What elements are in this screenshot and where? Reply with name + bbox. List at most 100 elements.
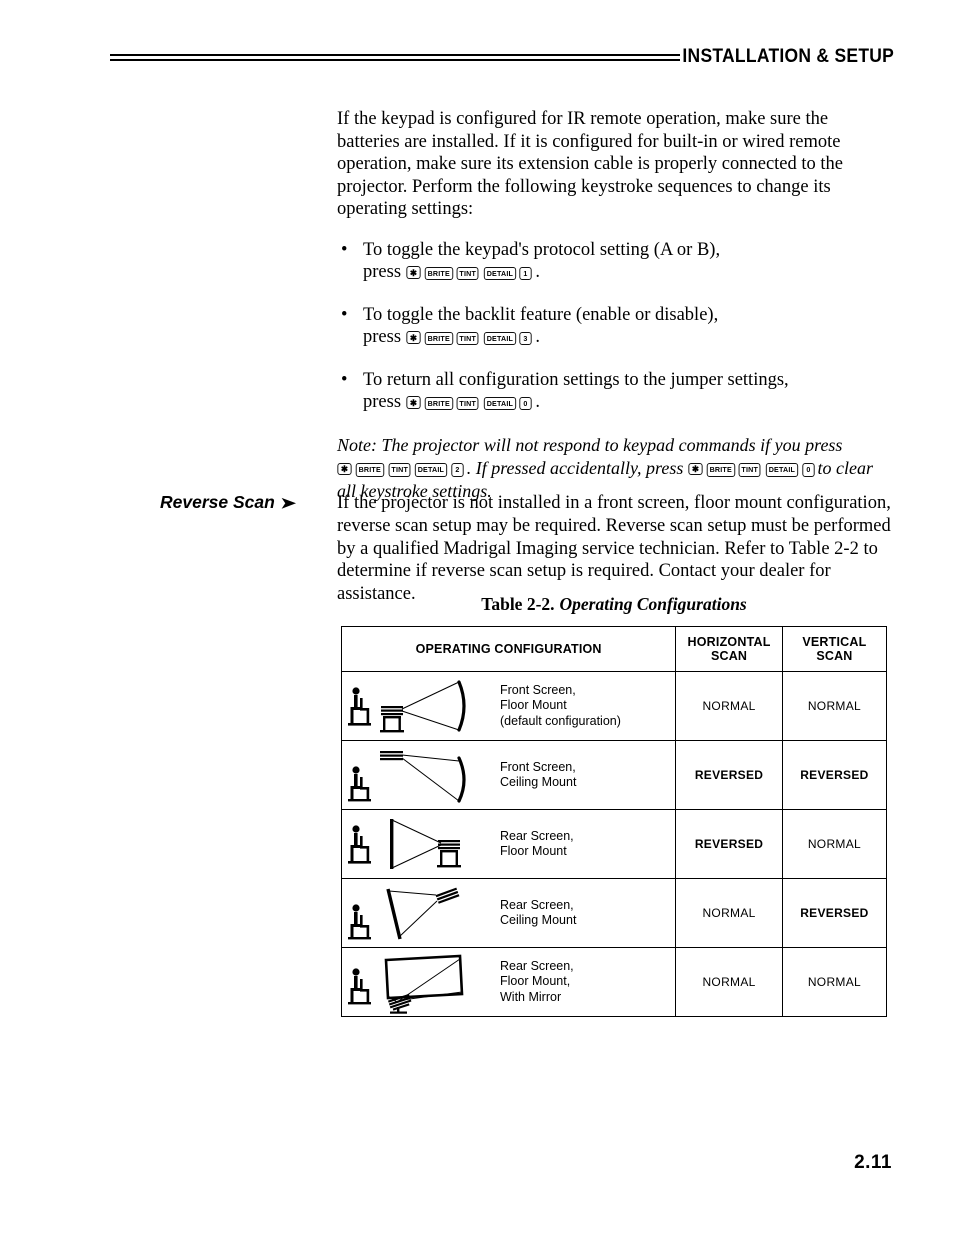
cell-configuration: Rear Screen, Floor Mount xyxy=(340,809,677,879)
bullet-marker-icon: • xyxy=(341,369,348,390)
rear-screen-floor-mount-with-mirror-diagram xyxy=(342,950,492,1014)
section-heading-label: Reverse Scan xyxy=(160,492,275,512)
key-brite-icon: BRITE xyxy=(355,463,384,477)
cell-horizontal-scan: REVERSED xyxy=(675,809,783,879)
key-detail-icon: DETAIL xyxy=(483,266,516,280)
cell-configuration: Front Screen, Ceiling Mount xyxy=(340,740,677,810)
config-label-line: With Mirror xyxy=(500,989,562,1004)
keystroke-sequence: ✱ BRITE TINT DETAIL 0 xyxy=(406,392,536,412)
config-label-line: Floor Mount xyxy=(500,698,567,713)
table-header: OPERATING CONFIGURATION HORIZONTAL SCAN … xyxy=(340,626,888,672)
column-header-label: HORIZONTAL SCAN xyxy=(676,627,782,671)
cell-vertical-scan: NORMAL xyxy=(781,809,888,879)
table-row: Rear Screen, Floor Mount REVERSED NORMAL xyxy=(340,809,888,879)
double-rule-divider xyxy=(110,54,680,61)
front-screen-floor-mount-diagram xyxy=(342,674,492,738)
column-header-label: VERTICAL SCAN xyxy=(783,627,886,671)
column-header-horizontal-scan: HORIZONTAL SCAN xyxy=(675,626,783,672)
cell-configuration: Front Screen, Floor Mount (default confi… xyxy=(340,671,677,741)
key-digit-icon: 3 xyxy=(519,331,533,345)
bullet-text-line1: To toggle the keypad's protocol setting … xyxy=(363,239,721,260)
keystroke-bullet-list: • To toggle the keypad's protocol settin… xyxy=(337,239,893,414)
list-item: • To return all configuration settings t… xyxy=(337,369,893,414)
cell-vertical-scan: NORMAL xyxy=(781,947,888,1017)
keystroke-sequence: ✱ BRITE TINT DETAIL 3 xyxy=(406,327,536,347)
key-asterisk-icon: ✱ xyxy=(406,331,421,344)
cell-vertical-scan: REVERSED xyxy=(781,878,888,948)
section-body-reverse-scan: If the projector is not installed in a f… xyxy=(337,493,891,605)
config-label-line: (default configuration) xyxy=(500,713,621,728)
key-brite-icon: BRITE xyxy=(706,463,735,477)
column-header-line1: HORIZONTAL xyxy=(687,635,771,649)
rear-screen-floor-mount-diagram xyxy=(342,812,492,876)
config-label-line: Front Screen, xyxy=(500,682,576,697)
intro-paragraph: If the keypad is configured for IR remot… xyxy=(337,109,844,219)
configuration-label: Front Screen, Ceiling Mount xyxy=(492,760,576,791)
table-row: Front Screen, Floor Mount (default confi… xyxy=(340,671,888,741)
config-label-line: Floor Mount xyxy=(500,844,567,858)
config-label-line: Floor Mount, xyxy=(500,974,571,989)
column-header-line2: SCAN xyxy=(816,649,853,663)
config-label-line: Rear Screen, xyxy=(500,897,574,912)
config-label-line: Ceiling Mount xyxy=(500,775,577,789)
column-header-vertical-scan: VERTICAL SCAN xyxy=(781,626,888,672)
column-header-label: OPERATING CONFIGURATION xyxy=(415,642,602,656)
configuration-label: Rear Screen, Ceiling Mount xyxy=(492,898,576,929)
keystroke-sequence: ✱ BRITE TINT DETAIL 0 xyxy=(688,458,818,478)
configuration-label: Front Screen, Floor Mount (default confi… xyxy=(492,683,621,730)
column-header-operating-configuration: OPERATING CONFIGURATION xyxy=(340,626,677,672)
keystroke-sequence: ✱ BRITE TINT DETAIL 1 xyxy=(406,262,536,282)
config-label-line: Rear Screen, xyxy=(500,958,574,973)
main-content-column: If the keypad is configured for IR remot… xyxy=(337,108,893,503)
config-label-line: Ceiling Mount xyxy=(500,913,577,927)
bullet-marker-icon: • xyxy=(341,239,348,260)
key-brite-icon: BRITE xyxy=(424,331,453,345)
table-header-row: OPERATING CONFIGURATION HORIZONTAL SCAN … xyxy=(340,626,888,672)
page-header: INSTALLATION & SETUP xyxy=(110,46,894,80)
key-detail-icon: DETAIL xyxy=(483,396,516,410)
bullet-trailing-punctuation: . xyxy=(535,327,540,347)
press-label: press xyxy=(363,392,402,412)
key-brite-icon: BRITE xyxy=(424,266,453,280)
table-caption-number: Table 2-2. xyxy=(481,594,555,614)
bullet-marker-icon: • xyxy=(341,304,348,325)
press-label: press xyxy=(363,262,402,282)
operating-configurations-table: OPERATING CONFIGURATION HORIZONTAL SCAN … xyxy=(340,626,888,1017)
key-tint-icon: TINT xyxy=(456,331,480,345)
bullet-trailing-punctuation: . xyxy=(535,262,540,282)
rear-screen-ceiling-mount-diagram xyxy=(342,881,492,945)
page-number: 2.11 xyxy=(854,1152,892,1173)
column-header-line2: SCAN xyxy=(710,649,748,663)
configuration-label: Rear Screen, Floor Mount xyxy=(492,829,574,860)
table-caption: Table 2-2. Operating Configurations xyxy=(340,594,888,615)
key-asterisk-icon: ✱ xyxy=(337,462,352,475)
note-text-part2: . If pressed accidentally, press xyxy=(466,457,684,478)
key-tint-icon: TINT xyxy=(456,266,480,280)
column-header-line1: VERTICAL xyxy=(802,635,867,649)
cell-horizontal-scan: NORMAL xyxy=(675,878,783,948)
table-body: Front Screen, Floor Mount (default confi… xyxy=(340,671,888,1017)
cell-horizontal-scan: NORMAL xyxy=(675,671,783,741)
key-digit-icon: 0 xyxy=(801,463,815,477)
list-item: • To toggle the keypad's protocol settin… xyxy=(337,239,893,284)
cell-vertical-scan: REVERSED xyxy=(781,740,888,810)
page-header-title: INSTALLATION & SETUP xyxy=(682,46,894,67)
bullet-trailing-punctuation: . xyxy=(535,392,540,412)
arrow-right-icon: ➤ xyxy=(280,495,296,512)
cell-horizontal-scan: NORMAL xyxy=(675,947,783,1017)
bullet-text-line1: To return all configuration settings to … xyxy=(363,369,789,390)
cell-horizontal-scan: REVERSED xyxy=(675,740,783,810)
config-label-line: Front Screen, xyxy=(500,759,576,774)
table-row: Rear Screen, Ceiling Mount NORMAL REVERS… xyxy=(340,878,888,948)
bullet-text-line1: To toggle the backlit feature (enable or… xyxy=(363,304,719,325)
cell-configuration: Rear Screen, Ceiling Mount xyxy=(340,878,677,948)
key-asterisk-icon: ✱ xyxy=(406,396,421,409)
front-screen-ceiling-mount-diagram xyxy=(342,743,492,807)
cell-vertical-scan: NORMAL xyxy=(781,671,888,741)
key-detail-icon: DETAIL xyxy=(765,463,798,477)
key-tint-icon: TINT xyxy=(456,396,480,410)
config-label-line: Rear Screen, xyxy=(500,828,574,843)
keystroke-sequence: ✱ BRITE TINT DETAIL 2 xyxy=(337,458,467,478)
key-digit-icon: 1 xyxy=(519,266,533,280)
note-text-part1: Note: The projector will not respond to … xyxy=(337,434,843,455)
